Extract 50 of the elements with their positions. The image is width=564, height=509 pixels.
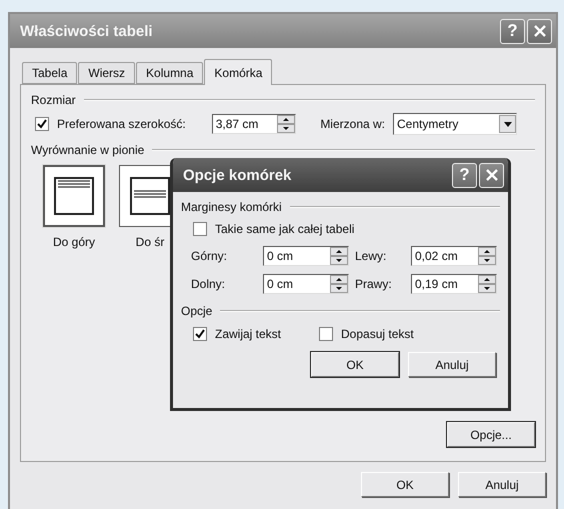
tab[interactable]: Komórka [204,59,272,85]
field-label: Górny: [191,249,228,263]
tab[interactable]: Wiersz [78,62,136,84]
window-title: Właściwości tabeli [20,22,153,40]
checkbox-label: Dopasuj tekst [341,327,414,341]
checkbox-label: Preferowana szerokość: [57,117,186,131]
options-button[interactable]: Opcje... [447,422,535,447]
group-label: Marginesy komórki [181,200,282,214]
spin-field[interactable]: 0 cm [263,246,349,266]
spin-arrows-icon[interactable] [276,115,295,133]
close-icon [484,168,498,182]
close-button[interactable] [527,18,552,44]
dropdown-arrow-icon [504,122,512,126]
spin-arrows-icon[interactable] [330,275,348,293]
checkbox[interactable] [35,117,49,131]
help-button[interactable]: ? [500,18,525,44]
checkbox[interactable] [319,327,333,341]
checkbox[interactable] [193,222,207,236]
option-label: Do śr [136,235,164,249]
dialog-button[interactable]: OK [311,352,399,377]
field-label: Dolny: [191,277,226,291]
spin-field[interactable]: 0,19 cm [411,274,497,294]
group-label: Opcje [181,304,212,318]
spin-field[interactable]: 0,02 cm [411,246,497,266]
field-label: Mierzona w: [320,117,385,131]
dropdown[interactable]: Centymetry [393,113,517,135]
dialog-button[interactable]: OK [361,472,449,497]
dialog-button[interactable]: Anuluj [408,352,496,377]
checkbox[interactable] [193,327,207,341]
option-label: Do góry [52,235,96,249]
tab[interactable]: Tabela [22,62,78,84]
help-button[interactable]: ? [452,162,477,188]
spin-arrows-icon[interactable] [478,247,496,265]
checkbox-label: Takie same jak całej tabeli [215,222,354,236]
close-button[interactable] [479,162,504,188]
spin-arrows-icon[interactable] [478,275,496,293]
alignment-icon [54,177,94,215]
dialog-button[interactable]: Anuluj [458,472,546,497]
close-icon [532,24,546,38]
group-label: Rozmiar [31,93,76,107]
tab[interactable]: Kolumna [136,62,204,84]
spin-field[interactable]: 0 cm [263,274,349,294]
field-label: Prawy: [355,277,393,291]
checkbox-label: Zawijaj tekst [215,327,282,341]
spin-arrows-icon[interactable] [330,247,348,265]
window-title: Opcje komórek [183,166,292,184]
field-label: Lewy: [355,249,388,263]
spin-field[interactable]: 3,87 cm [212,114,296,134]
alignment-option[interactable] [43,165,105,227]
group-label: Wyrównanie w pionie [31,143,144,157]
